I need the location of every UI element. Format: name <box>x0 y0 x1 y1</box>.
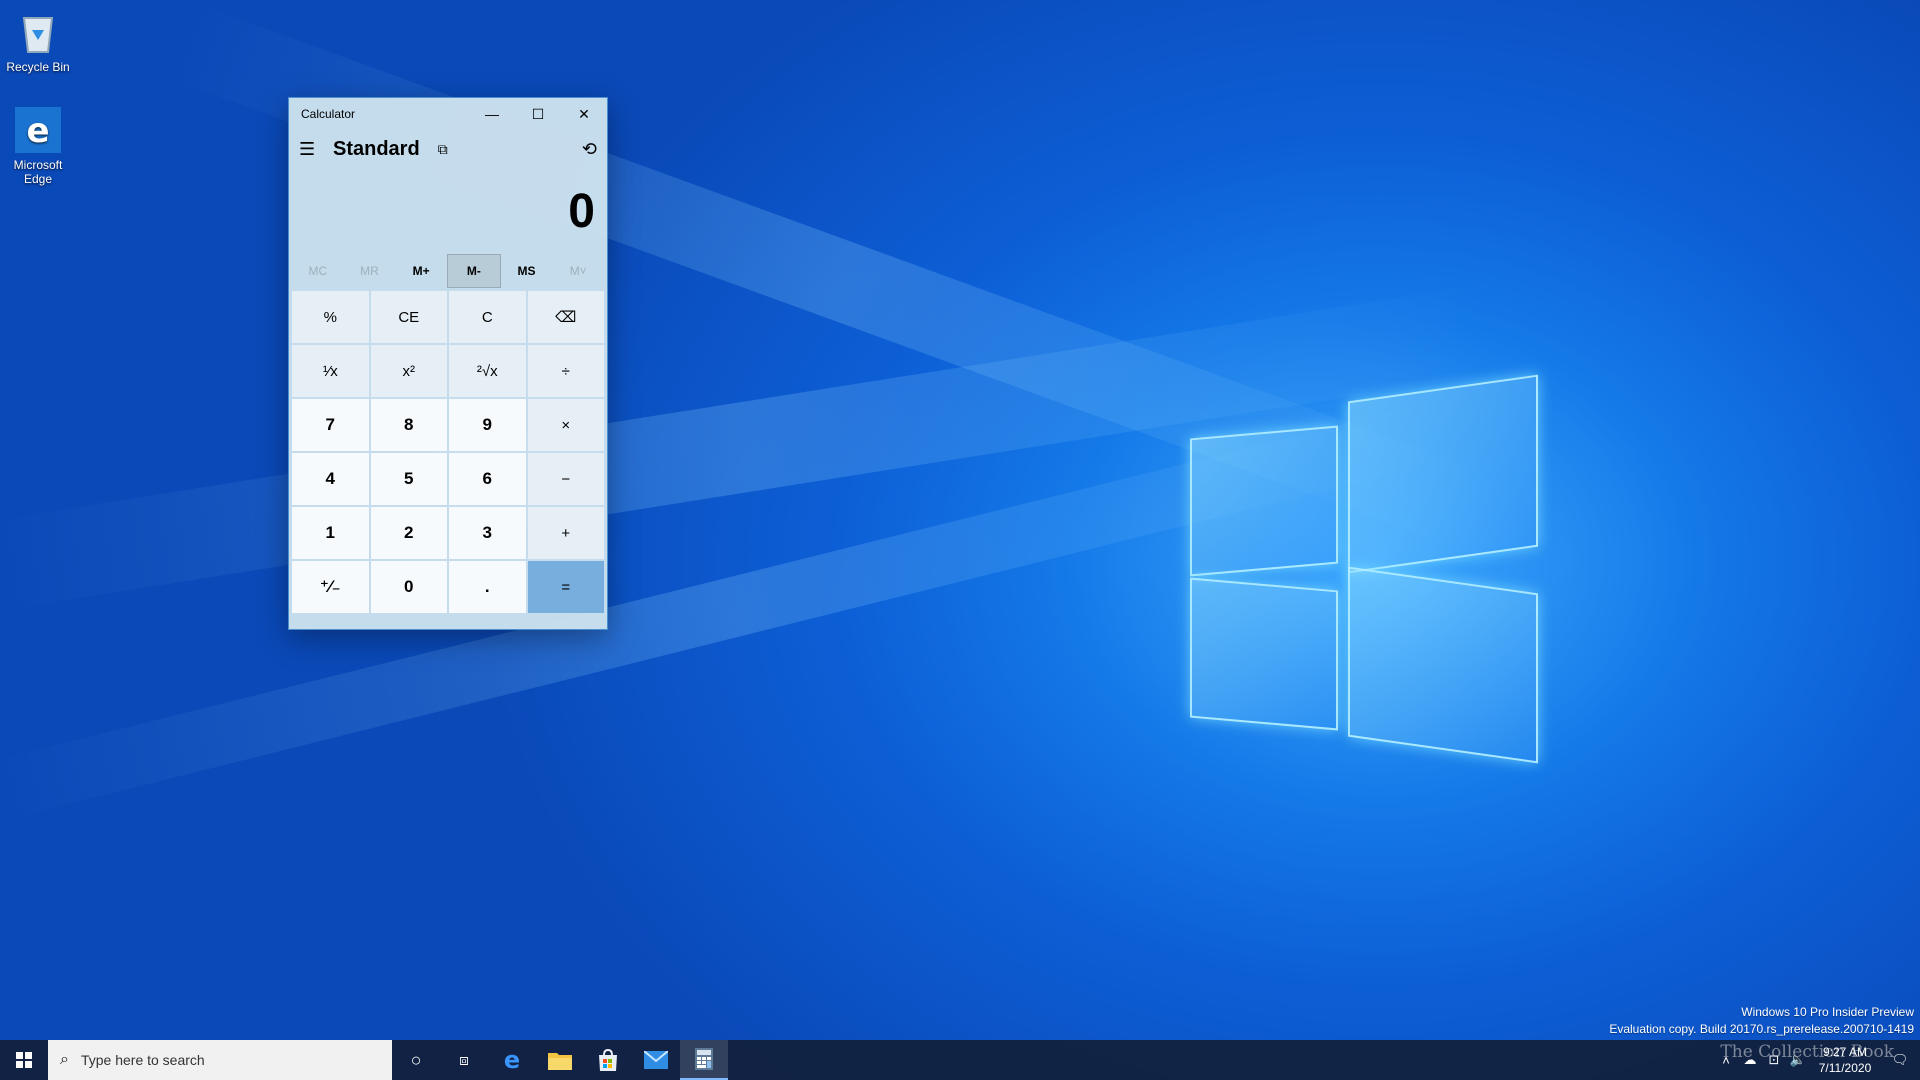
keep-on-top-icon[interactable]: ⧉ <box>438 141 448 158</box>
logo-pane <box>1348 566 1538 764</box>
minimize-button[interactable]: — <box>469 98 515 130</box>
watermark-edition: Windows 10 Pro Insider Preview <box>1741 1005 1914 1019</box>
backspace-key[interactable]: ⌫ <box>527 291 604 343</box>
desktop-icon-recycle-bin[interactable]: Recycle Bin <box>0 8 76 74</box>
square-root-key[interactable]: ²√x <box>449 345 526 397</box>
windows-start-icon <box>16 1052 32 1068</box>
taskbar: ⌕ Type here to search ○ ⧈ e ˄ ☁ ⊡ 🔈 9:27… <box>0 1040 1920 1080</box>
clear-entry-key[interactable]: CE <box>370 291 447 343</box>
result-display: 0 <box>568 185 595 238</box>
cortana-button[interactable]: ○ <box>392 1040 440 1080</box>
recycle-bin-icon <box>14 8 62 56</box>
memory-button-ms[interactable]: MS <box>501 254 553 288</box>
equals-key[interactable]: = <box>527 561 604 613</box>
multiply-key[interactable]: × <box>527 399 604 451</box>
maximize-icon: ☐ <box>531 105 545 122</box>
digit-0-key[interactable]: 0 <box>370 561 447 613</box>
taskbar-search-box[interactable]: ⌕ Type here to search <box>48 1040 392 1080</box>
taskbar-app-calculator[interactable] <box>680 1040 728 1080</box>
mail-icon <box>644 1051 668 1069</box>
logo-pane <box>1190 577 1338 731</box>
cortana-icon: ○ <box>410 1049 422 1070</box>
close-icon: ✕ <box>578 105 590 122</box>
edge-icon: e <box>14 106 62 154</box>
logo-pane <box>1348 374 1538 574</box>
close-button[interactable]: ✕ <box>561 98 607 130</box>
file-explorer-icon <box>548 1053 572 1070</box>
calculator-mode-title: Standard <box>333 137 420 160</box>
add-key[interactable]: + <box>527 507 604 559</box>
digit-1-key[interactable]: 1 <box>292 507 369 559</box>
desktop-icon-label: Recycle Bin <box>6 60 70 74</box>
windows-logo <box>1190 374 1550 764</box>
decimal-key[interactable]: . <box>449 561 526 613</box>
taskbar-app-store[interactable] <box>584 1040 632 1080</box>
negate-key[interactable]: ⁺⁄₋ <box>292 561 369 613</box>
history-icon[interactable]: ⟲ <box>582 139 597 160</box>
logo-pane <box>1190 425 1338 577</box>
svg-text:e: e <box>26 111 49 151</box>
square-key[interactable]: x² <box>370 345 447 397</box>
digit-3-key[interactable]: 3 <box>449 507 526 559</box>
store-icon <box>599 1049 617 1071</box>
hamburger-menu-icon[interactable]: ☰ <box>299 139 321 160</box>
digit-5-key[interactable]: 5 <box>370 453 447 505</box>
reciprocal-key[interactable]: ¹⁄x <box>292 345 369 397</box>
svg-text:e: e <box>504 1048 520 1072</box>
memory-button-row: MC MR M+ M- MS M˅ <box>289 254 607 288</box>
maximize-button[interactable]: ☐ <box>515 98 561 130</box>
desktop-icon-edge[interactable]: e Microsoft Edge <box>0 106 76 186</box>
watermark-build: Evaluation copy. Build 20170.rs_prerelea… <box>1609 1022 1914 1036</box>
memory-button-mlist[interactable]: M˅ <box>552 254 604 288</box>
brand-watermark: The Collection Book <box>1720 1042 1894 1062</box>
digit-4-key[interactable]: 4 <box>292 453 369 505</box>
digit-9-key[interactable]: 9 <box>449 399 526 451</box>
task-view-button[interactable]: ⧈ <box>440 1040 488 1080</box>
window-title: Calculator <box>301 107 356 121</box>
memory-button-mminus[interactable]: M- <box>447 254 501 288</box>
edge-icon: e <box>504 1048 520 1072</box>
percent-key[interactable]: % <box>292 291 369 343</box>
calculator-window[interactable]: Calculator — ☐ ✕ ☰ Standard ⧉ ⟲ 0 MC MR M+… <box>288 97 608 630</box>
digit-6-key[interactable]: 6 <box>449 453 526 505</box>
keypad: % CE C ⌫ ¹⁄x x² ²√x ÷ 7 8 9 × 4 5 6− 1 2 3 + ⁺⁄₋ 0. = <box>289 288 607 621</box>
memory-button-mc[interactable]: MC <box>292 254 344 288</box>
taskbar-app-file-explorer[interactable] <box>536 1040 584 1080</box>
calculator-icon <box>695 1048 713 1070</box>
memory-button-mr[interactable]: MR <box>344 254 396 288</box>
taskbar-app-edge[interactable]: e <box>488 1040 536 1080</box>
taskbar-app-mail[interactable] <box>632 1040 680 1080</box>
title-bar[interactable]: Calculator — ☐ ✕ <box>289 98 607 130</box>
search-icon: ⌕ <box>60 1051 69 1068</box>
digit-7-key[interactable]: 7 <box>292 399 369 451</box>
mode-header: ☰ Standard ⧉ ⟲ <box>289 130 607 168</box>
desktop-icon-label: Microsoft Edge <box>13 158 63 186</box>
digit-2-key[interactable]: 2 <box>370 507 447 559</box>
minimize-icon: — <box>485 106 499 122</box>
memory-button-mplus[interactable]: M+ <box>395 254 447 288</box>
task-view-icon: ⧈ <box>459 1051 469 1069</box>
clear-key[interactable]: C <box>449 291 526 343</box>
subtract-key[interactable]: − <box>527 453 604 505</box>
start-button[interactable] <box>0 1040 48 1080</box>
divide-key[interactable]: ÷ <box>527 345 604 397</box>
digit-8-key[interactable]: 8 <box>370 399 447 451</box>
build-watermark: Windows 10 Pro Insider Preview Evaluatio… <box>1609 1004 1914 1038</box>
clock-date: 7/11/2020 <box>1818 1061 1872 1075</box>
search-placeholder: Type here to search <box>80 1052 205 1068</box>
